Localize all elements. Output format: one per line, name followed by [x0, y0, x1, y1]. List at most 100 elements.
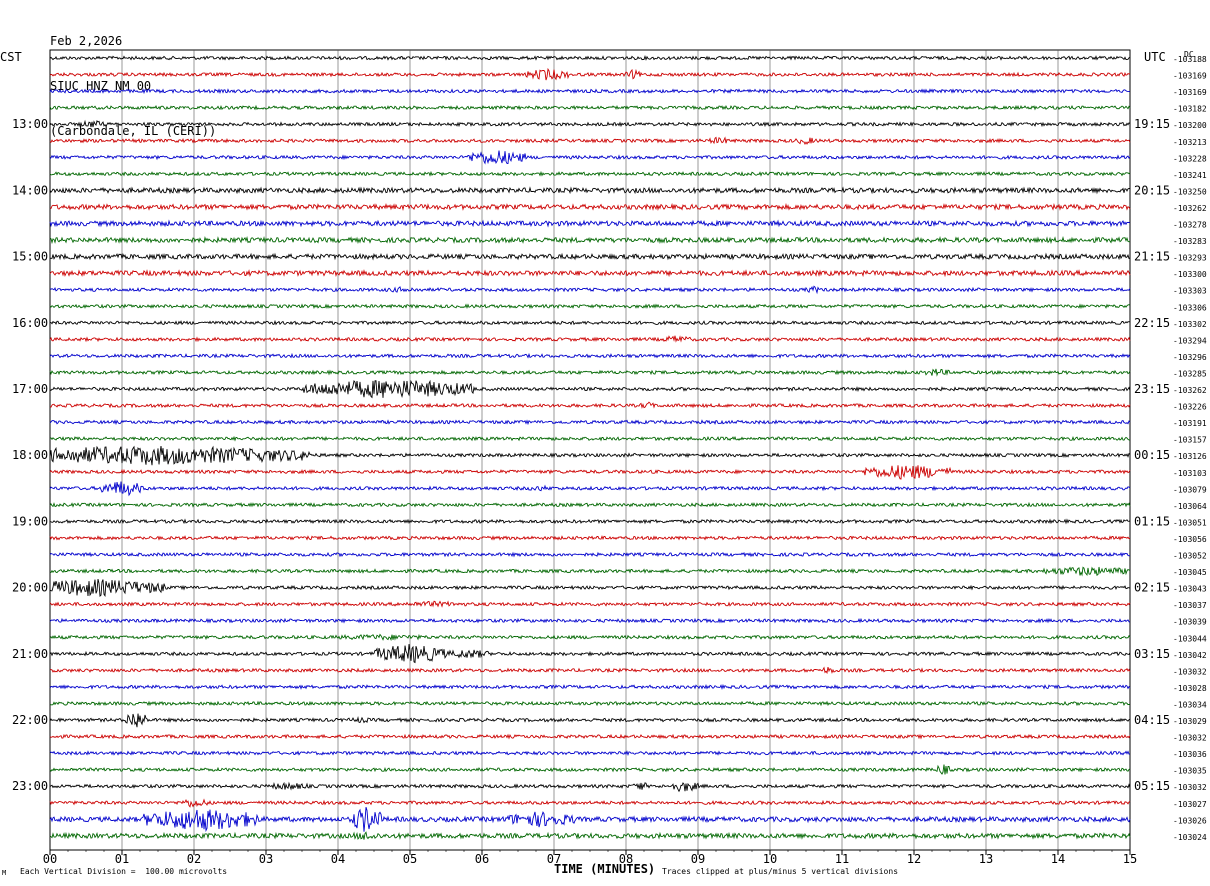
dc-offset-label: -103169 [1173, 88, 1207, 97]
x-tick-label: 04 [331, 852, 345, 866]
seismic-trace [49, 319, 1131, 326]
left-hour-label: 13:00 [12, 117, 48, 131]
left-hour-label: 16:00 [12, 316, 48, 330]
x-tick-label: 05 [403, 852, 417, 866]
dc-offset-label: -103191 [1173, 419, 1207, 428]
label-layer: 00 01 02 03 04 05 06 07 08 09 10 11 12 13 14 15-103188-… [12, 55, 1207, 866]
seismogram-plot: CST UTC DC 00 01 02 03 04 05 06 07 08 09 10 11 12 13 1… [0, 49, 1207, 866]
dc-offset-label: -103228 [1173, 154, 1207, 163]
seismic-trace [49, 54, 1131, 61]
dc-offset-label: -103157 [1173, 436, 1207, 445]
dc-offset-label: -103296 [1173, 353, 1207, 362]
seismic-trace [49, 352, 1131, 359]
seismic-trace [49, 831, 1131, 840]
seismic-trace [49, 235, 1131, 245]
dc-offset-label: -103188 [1173, 55, 1207, 64]
seismic-trace [49, 67, 1131, 81]
dc-offset-label: -103034 [1173, 700, 1207, 709]
dc-offset-label: -103026 [1173, 816, 1207, 825]
dc-offset-label: -103226 [1173, 403, 1207, 412]
seismic-trace [49, 170, 1131, 177]
dc-offset-label: -103294 [1173, 336, 1207, 345]
seismic-trace [49, 88, 1131, 95]
right-hour-label: 03:15 [1134, 647, 1170, 661]
x-tick-label: 01 [115, 852, 129, 866]
seismic-trace [49, 700, 1131, 707]
seismic-trace [49, 518, 1131, 525]
left-hour-label: 15:00 [12, 250, 48, 264]
right-hour-label: 22:15 [1134, 316, 1170, 330]
left-hour-label: 18:00 [12, 448, 48, 462]
seismic-trace [49, 600, 1131, 608]
right-hour-label: 00:15 [1134, 448, 1170, 462]
dc-offset-label: -103052 [1173, 552, 1207, 561]
seismic-trace [49, 401, 1131, 409]
dc-offset-label: -103045 [1173, 568, 1207, 577]
seismic-trace [49, 150, 1131, 165]
dc-offset-label: -103032 [1173, 667, 1207, 676]
seismic-trace [49, 186, 1130, 195]
dc-offset-label: -103056 [1173, 535, 1207, 544]
left-hour-label: 14:00 [12, 183, 48, 197]
dc-offset-label: -103035 [1173, 767, 1207, 776]
x-tick-label: 09 [691, 852, 705, 866]
dc-offset-label: -103039 [1173, 618, 1207, 627]
right-timezone-label: UTC [1144, 50, 1166, 64]
dc-offset-label: -103302 [1173, 320, 1207, 329]
dc-offset-label: -103028 [1173, 684, 1207, 693]
x-tick-label: 02 [187, 852, 201, 866]
seismic-trace [49, 269, 1131, 278]
dc-offset-label: -103042 [1173, 651, 1207, 660]
dc-offset-label: -103200 [1173, 121, 1207, 130]
x-tick-label: 13 [979, 852, 993, 866]
seismic-trace [49, 578, 1131, 598]
seismic-trace [49, 136, 1131, 145]
seismic-trace [49, 535, 1131, 541]
left-timezone-label: CST [0, 50, 22, 64]
seismic-trace [49, 252, 1131, 261]
seismic-trace [49, 617, 1131, 624]
dc-offset-label: -103262 [1173, 204, 1207, 213]
dc-offset-label: -103213 [1173, 138, 1207, 147]
seismic-trace [49, 419, 1131, 426]
dc-offset-label: -103051 [1173, 518, 1207, 527]
dc-offset-label: -103182 [1173, 105, 1207, 114]
dc-offset-label: -103169 [1173, 72, 1207, 81]
seismic-trace [49, 764, 1131, 775]
x-tick-label: 15 [1123, 852, 1137, 866]
dc-offset-label: -103032 [1173, 783, 1207, 792]
right-hour-label: 04:15 [1134, 713, 1170, 727]
left-hour-label: 21:00 [12, 647, 48, 661]
dc-offset-label: -103037 [1173, 601, 1207, 610]
dc-offset-label: -103079 [1173, 485, 1207, 494]
seismic-trace [49, 303, 1131, 310]
seismic-trace [49, 481, 1131, 497]
right-hour-label: 21:15 [1134, 250, 1170, 264]
x-axis-title: TIME (MINUTES) [554, 862, 656, 876]
right-hour-label: 01:15 [1134, 514, 1170, 528]
corner-mark: M [2, 869, 7, 877]
dc-offset-label: -103029 [1173, 717, 1207, 726]
dc-offset-label: -103024 [1173, 833, 1207, 842]
seismic-trace [49, 445, 1131, 466]
x-tick-label: 11 [835, 852, 849, 866]
right-hour-label: 02:15 [1134, 581, 1170, 595]
dc-offset-label: -103306 [1173, 303, 1207, 312]
seismic-trace [49, 119, 1131, 128]
vertical-division-note: Each Vertical Division = 100.00 microvol… [20, 867, 228, 876]
seismic-trace [49, 666, 1131, 675]
seismic-trace [49, 285, 1131, 295]
seismic-trace [49, 633, 1131, 642]
seismic-trace [49, 683, 1131, 691]
dc-offset-label: -103303 [1173, 287, 1207, 296]
seismic-trace [49, 379, 1131, 399]
left-hour-label: 22:00 [12, 713, 48, 727]
seismic-trace [49, 806, 1131, 833]
clipping-note: Traces clipped at plus/minus 5 vertical … [662, 867, 899, 876]
right-hour-label: 05:15 [1134, 779, 1170, 793]
dc-offset-label: -103036 [1173, 750, 1207, 759]
right-hour-label: 20:15 [1134, 183, 1170, 197]
dc-offset-label: -103250 [1173, 187, 1207, 196]
x-tick-label: 00 [43, 852, 57, 866]
left-hour-label: 20:00 [12, 581, 48, 595]
